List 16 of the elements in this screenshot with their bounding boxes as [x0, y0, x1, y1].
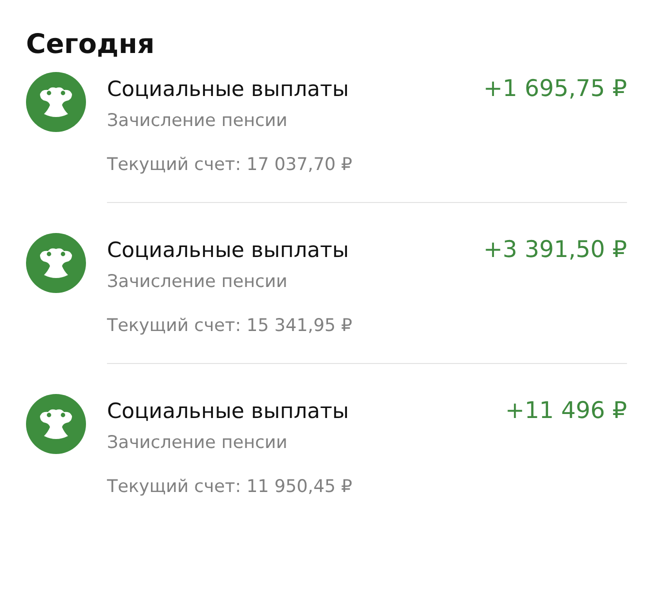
emblem-icon — [26, 72, 86, 132]
payment-subtitle: Зачисление пенсии — [107, 110, 288, 133]
payment-amount: +11 496 ₽ — [505, 397, 627, 426]
account-balance: Текущий счет: 15 341,95 ₽ — [107, 315, 354, 338]
payment-title: Социальные выплаты — [107, 76, 350, 103]
payment-subtitle: Зачисление пенсии — [107, 271, 288, 294]
payment-title: Социальные выплаты — [107, 398, 350, 425]
payment-subtitle: Зачисление пенсии — [107, 432, 288, 455]
emblem-icon — [26, 233, 86, 293]
payment-amount: +3 391,50 ₽ — [483, 236, 627, 265]
emblem-icon — [26, 394, 86, 454]
account-balance: Текущий счет: 17 037,70 ₽ — [107, 154, 354, 177]
payment-title: Социальные выплаты — [107, 237, 350, 264]
section-title: Сегодня — [26, 28, 156, 62]
account-balance: Текущий счет: 11 950,45 ₽ — [107, 476, 354, 499]
payment-amount: +1 695,75 ₽ — [483, 75, 627, 104]
